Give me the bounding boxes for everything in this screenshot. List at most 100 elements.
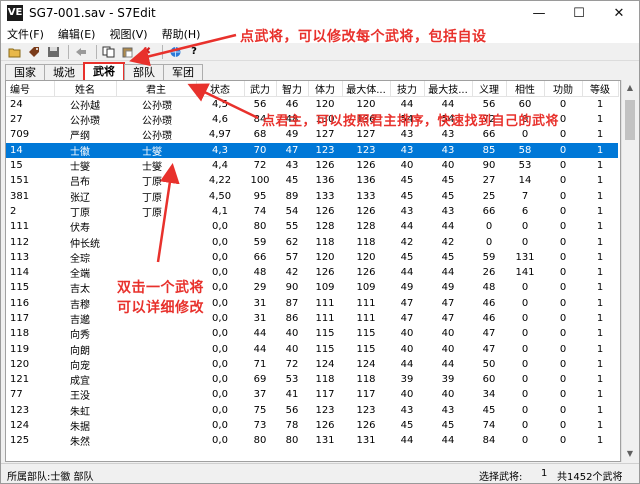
column-header[interactable]: 等级 [582,81,619,97]
column-header[interactable]: 最大体... [342,81,391,97]
table-row[interactable]: 2 丁原 丁原 4,1 74 54 126 126 43 43 66 6 0 1 [6,204,618,219]
column-header[interactable]: 最大技... [424,81,473,97]
column-header[interactable]: 姓名 [54,81,117,97]
column-header[interactable]: 相性 [506,81,545,97]
table-cell: 80 [253,435,267,447]
table-cell: 118 [315,374,335,386]
table-cell: 40 [400,389,414,401]
table-row[interactable]: 113 全琮 0,0 66 57 120 120 45 45 59 131 0 1 [6,250,618,265]
table-cell: 45 [285,175,299,187]
status-total-count: 共1452个武将 [557,472,623,483]
help-question-icon[interactable]: ? [186,45,202,59]
table-row[interactable]: 112 仲长统 0,0 59 62 118 118 42 42 0 0 0 1 [6,234,618,250]
table-cell: 117 [356,389,376,401]
table-cell: 115 [315,343,335,355]
table-cell: 74 [482,420,496,432]
table-cell: 123 [342,142,390,158]
table-cell: 全琮 [70,253,90,265]
table-row[interactable]: 125 朱然 0,0 80 80 131 131 44 44 84 0 0 1 [6,433,618,448]
vertical-scrollbar[interactable]: ▲ ▼ [621,80,637,462]
table-row[interactable]: 115 吉太 0,0 29 90 109 109 49 49 48 0 0 1 [6,280,618,295]
table-row[interactable]: 709 严纲 公孙瓒 4,97 68 49 127 127 43 43 66 0 0 1 [6,127,618,142]
tag-icon[interactable] [26,45,42,59]
column-header[interactable]: 技力 [390,81,425,97]
table-row[interactable]: 111 伏寿 0,0 80 55 128 128 44 44 0 0 0 1 [6,219,618,234]
table-cell: 朱虹 [70,406,90,418]
menu-file[interactable]: 文件(F) [7,26,44,42]
table-cell: 43 [441,205,455,217]
minimize-icon[interactable]: — [519,1,559,25]
paste-icon[interactable] [120,45,136,59]
scroll-down-icon[interactable]: ▼ [622,446,638,462]
column-header[interactable]: 智力 [276,81,309,97]
table-cell: 115 [10,282,30,294]
tab-city[interactable]: 城池 [44,64,84,80]
tab-general[interactable]: 武将 [83,62,125,80]
table-row[interactable]: 77 王没 0,0 37 41 117 117 40 40 34 0 0 1 [6,387,618,402]
table-row[interactable]: 381 张辽 丁原 4,50 95 89 133 133 45 45 25 7 0 1 [6,188,618,204]
table-row[interactable]: 15 士燮 士燮 4,4 72 43 126 126 40 40 90 53 0 1 [6,158,618,173]
table-row[interactable]: 117 吉邈 0,0 31 86 111 111 47 47 46 0 0 1 [6,311,618,326]
tab-country[interactable]: 国家 [5,64,45,80]
tab-legion[interactable]: 军团 [163,64,203,80]
table-row[interactable]: 124 朱据 0,0 73 78 126 126 45 45 74 0 0 1 [6,418,618,433]
save-icon[interactable] [45,45,61,59]
table-cell: 126 [315,420,335,432]
table-cell: 45 [441,175,455,187]
open-folder-icon[interactable] [7,45,23,59]
table-row[interactable]: 14 士徽 士燮 4,3 70 47 123 123 43 43 85 58 0 1 [6,142,618,158]
tab-troop[interactable]: 部队 [124,64,164,80]
menu-edit[interactable]: 编辑(E) [58,26,96,42]
table-cell: 40 [400,328,414,340]
table-cell: 0,0 [212,221,228,233]
table-header-row: 编号 姓名 君主 状态 武力 智力 体力 最大体... 技力 最大技... 义理 相性 功勋 等级 [6,81,619,97]
table-cell: 58 [506,142,544,158]
table-cell: 114 [10,267,30,279]
table-cell: 42 [441,236,455,248]
column-header[interactable]: 编号 [6,81,55,97]
column-header[interactable]: 功勋 [544,81,583,97]
table-row[interactable]: 114 全端 0,0 48 42 126 126 44 44 26 141 0 1 [6,265,618,280]
scroll-up-icon[interactable]: ▲ [622,80,638,96]
table-row[interactable]: 118 向秀 0,0 44 40 115 115 40 40 47 0 0 1 [6,326,618,341]
table-cell: 90 [482,160,496,172]
table-row[interactable]: 123 朱虹 0,0 75 56 123 123 43 43 45 0 0 1 [6,403,618,418]
table-cell: 71 [253,358,267,370]
table-cell: 1 [596,389,604,401]
scroll-thumb[interactable] [625,100,635,140]
annotation-doubleclick-hint: 双击一个武将 可以详细修改 [117,278,204,318]
table-cell: 公孙瓒 [142,101,172,112]
table-cell: 111 [315,297,335,309]
menu-view[interactable]: 视图(V) [109,26,147,42]
table-row[interactable]: 119 向朗 0,0 44 40 115 115 40 40 47 0 0 1 [6,341,618,357]
table-row[interactable]: 116 吉穆 0,0 31 87 111 111 47 47 46 0 0 1 [6,296,618,311]
column-header[interactable]: 状态 [196,81,245,97]
table-cell: 29 [253,282,267,294]
column-header[interactable]: 义理 [472,81,507,97]
back-arrow-icon[interactable] [73,45,89,59]
column-header[interactable]: 君主 [116,81,197,97]
table-row[interactable]: 121 成宜 0,0 69 53 118 118 39 39 60 0 0 1 [6,372,618,387]
table-cell [116,418,196,433]
table-cell: 127 [315,129,335,141]
help-globe-icon[interactable] [167,45,183,59]
maximize-icon[interactable]: ☐ [559,1,599,25]
table-cell: 42 [285,267,299,279]
status-selected-label: 选择武将: [479,472,523,483]
table-cell: 118 [356,374,376,386]
table-cell: 80 [285,435,299,447]
table-row[interactable]: 151 吕布 丁原 4,22 100 45 136 136 45 45 27 14 0 1 [6,173,618,188]
table-cell: 54 [285,205,299,217]
close-icon[interactable]: ✕ [599,1,639,25]
copy-icon[interactable] [101,45,117,59]
delete-icon[interactable]: ✖ [139,45,155,59]
column-header[interactable]: 武力 [244,81,277,97]
table-cell [116,326,196,341]
table-cell: 100 [250,175,270,187]
menu-help[interactable]: 帮助(H) [162,26,201,42]
table-cell: 118 [10,328,30,340]
table-row[interactable]: 120 向宠 0,0 71 72 124 124 44 44 50 0 0 1 [6,357,618,372]
column-header[interactable]: 体力 [308,81,343,97]
table-cell: 4,22 [208,175,232,187]
title-bar[interactable]: VE SG7-001.sav - S7Edit — ☐ ✕ [1,1,639,25]
